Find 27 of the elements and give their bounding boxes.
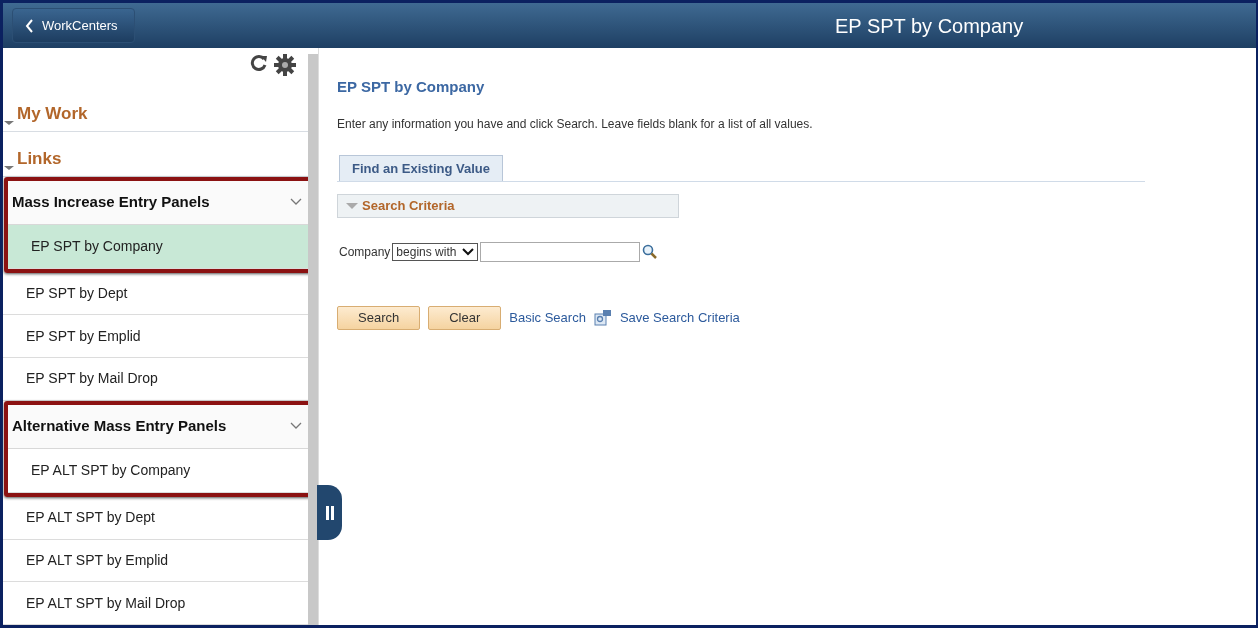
tab[interactable]: Find an Existing Value	[339, 154, 503, 181]
instructions-text: Enter any information you have and click Search. Leave fields blank for a list of all values.	[337, 115, 814, 133]
field-label: Company	[339, 244, 391, 261]
save-search-icon[interactable]	[593, 309, 612, 327]
refresh-icon[interactable]	[250, 54, 268, 72]
scrollbar[interactable]	[308, 54, 318, 625]
chevron-down-icon	[462, 248, 475, 256]
group-header[interactable]: Mass Increase Entry Panels	[8, 180, 310, 225]
caret-down-icon	[346, 202, 358, 210]
operator-dropdown[interactable]: begins with	[392, 243, 479, 261]
group-header[interactable]: Alternative Mass Entry Panels	[8, 404, 310, 449]
back-button[interactable]: WorkCenters	[12, 8, 135, 43]
collapse-handle[interactable]	[317, 485, 342, 540]
chevron-left-icon	[25, 18, 34, 33]
company-input[interactable]	[480, 242, 641, 262]
chevron-down-icon	[290, 422, 302, 431]
search-icon[interactable]	[642, 244, 659, 260]
basic-search-link[interactable]: Basic Search	[509, 308, 586, 328]
action-button[interactable]: Clear	[428, 306, 502, 330]
section-title: EP SPT by Company	[337, 77, 486, 97]
search-criteria-header[interactable]: Search Criteria	[337, 194, 679, 218]
action-button[interactable]: Search	[337, 306, 421, 330]
page-title: EP SPT by Company	[835, 13, 1024, 39]
chevron-down-icon	[290, 198, 302, 207]
save-search-criteria-link[interactable]: Save Search Criteria	[619, 308, 740, 328]
sidebar-item[interactable]: EP SPT by Company	[8, 224, 310, 269]
settings-icon[interactable]	[274, 54, 296, 76]
